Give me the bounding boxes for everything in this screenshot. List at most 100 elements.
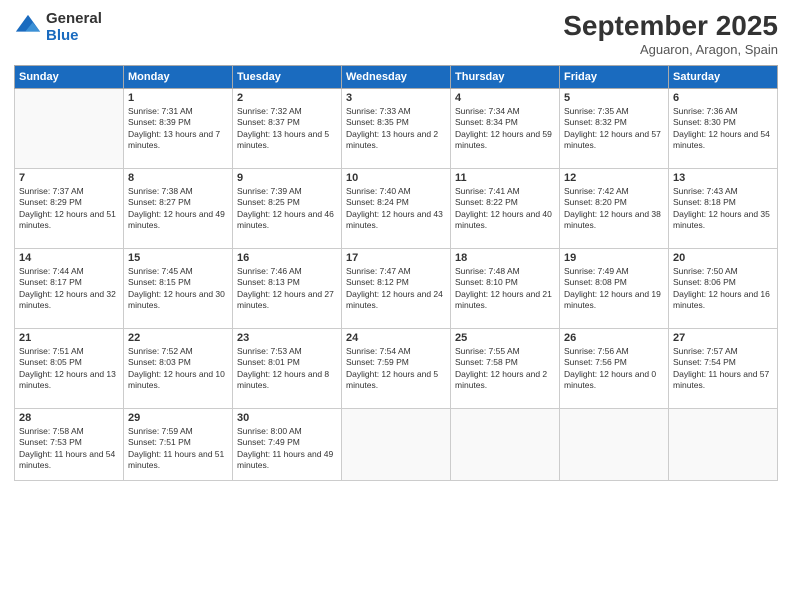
cell-data: Sunrise: 7:54 AMSunset: 7:59 PMDaylight:… (346, 346, 446, 392)
cell-data: Sunrise: 7:59 AMSunset: 7:51 PMDaylight:… (128, 426, 228, 472)
calendar-cell: 27Sunrise: 7:57 AMSunset: 7:54 PMDayligh… (669, 329, 778, 409)
calendar-cell: 19 Sunrise: 7:49 AMSunset: 8:08 PMDayligh… (560, 249, 669, 329)
calendar-cell: 14Sunrise: 7:44 AMSunset: 8:17 PMDayligh… (15, 249, 124, 329)
cell-data: Sunrise: 7:34 AMSunset: 8:34 PMDaylight:… (455, 106, 555, 152)
calendar-cell: 13 Sunrise: 7:43 AMSunset: 8:18 PMDayligh… (669, 169, 778, 249)
cell-data: Sunrise: 7:52 AMSunset: 8:03 PMDaylight:… (128, 346, 228, 392)
calendar-cell: 23 Sunrise: 7:53 AMSunset: 8:01 PMDayligh… (233, 329, 342, 409)
calendar-cell: 3 Sunrise: 7:33 AMSunset: 8:35 PMDaylight… (342, 89, 451, 169)
cell-data: Sunrise: 7:42 AMSunset: 8:20 PMDaylight:… (564, 186, 664, 232)
day-number: 11 (455, 172, 555, 184)
calendar-cell (669, 409, 778, 481)
cell-data: Sunrise: 7:48 AMSunset: 8:10 PMDaylight:… (455, 266, 555, 312)
calendar-week-1: 7Sunrise: 7:37 AMSunset: 8:29 PMDaylight… (15, 169, 778, 249)
calendar-cell: 10Sunrise: 7:40 AMSunset: 8:24 PMDayligh… (342, 169, 451, 249)
calendar-cell: 21 Sunrise: 7:51 AMSunset: 8:05 PMDayligh… (15, 329, 124, 409)
cell-data: Sunrise: 7:39 AMSunset: 8:25 PMDaylight:… (237, 186, 337, 232)
calendar-cell: 1Sunrise: 7:31 AMSunset: 8:39 PMDaylight… (124, 89, 233, 169)
cell-data: Sunrise: 8:00 AMSunset: 7:49 PMDaylight:… (237, 426, 337, 472)
calendar-week-2: 14Sunrise: 7:44 AMSunset: 8:17 PMDayligh… (15, 249, 778, 329)
col-tuesday: Tuesday (233, 66, 342, 89)
cell-data: Sunrise: 7:51 AMSunset: 8:05 PMDaylight:… (19, 346, 119, 392)
day-number: 3 (346, 92, 446, 104)
calendar-cell: 4 Sunrise: 7:34 AMSunset: 8:34 PMDaylight… (451, 89, 560, 169)
day-number: 12 (564, 172, 664, 184)
logo-text: General Blue (46, 10, 102, 45)
day-number: 16 (237, 252, 337, 264)
logo-icon (14, 13, 42, 41)
cell-data: Sunrise: 7:50 AMSunset: 8:06 PMDaylight:… (673, 266, 773, 312)
cell-data: Sunrise: 7:35 AMSunset: 8:32 PMDaylight:… (564, 106, 664, 152)
cell-data: Sunrise: 7:41 AMSunset: 8:22 PMDaylight:… (455, 186, 555, 232)
day-number: 17 (346, 252, 446, 264)
col-monday: Monday (124, 66, 233, 89)
cell-data: Sunrise: 7:49 AMSunset: 8:08 PMDaylight:… (564, 266, 664, 312)
calendar-cell: 11 Sunrise: 7:41 AMSunset: 8:22 PMDayligh… (451, 169, 560, 249)
calendar-cell: 25 Sunrise: 7:55 AMSunset: 7:58 PMDayligh… (451, 329, 560, 409)
cell-data: Sunrise: 7:55 AMSunset: 7:58 PMDaylight:… (455, 346, 555, 392)
day-number: 27 (673, 332, 773, 344)
cell-data: Sunrise: 7:46 AMSunset: 8:13 PMDaylight:… (237, 266, 337, 312)
calendar-cell: 29 Sunrise: 7:59 AMSunset: 7:51 PMDayligh… (124, 409, 233, 481)
logo: General Blue (14, 10, 102, 45)
calendar-cell (560, 409, 669, 481)
day-number: 5 (564, 92, 664, 104)
day-number: 23 (237, 332, 337, 344)
day-number: 19 (564, 252, 664, 264)
day-number: 9 (237, 172, 337, 184)
col-sunday: Sunday (15, 66, 124, 89)
day-number: 21 (19, 332, 119, 344)
day-number: 1 (128, 92, 228, 104)
calendar-cell: 16 Sunrise: 7:46 AMSunset: 8:13 PMDayligh… (233, 249, 342, 329)
calendar-cell: 15 Sunrise: 7:45 AMSunset: 8:15 PMDayligh… (124, 249, 233, 329)
calendar-week-0: 1Sunrise: 7:31 AMSunset: 8:39 PMDaylight… (15, 89, 778, 169)
calendar-cell: 28Sunrise: 7:58 AMSunset: 7:53 PMDayligh… (15, 409, 124, 481)
cell-data: Sunrise: 7:37 AMSunset: 8:29 PMDaylight:… (19, 186, 119, 232)
calendar-week-3: 21 Sunrise: 7:51 AMSunset: 8:05 PMDayligh… (15, 329, 778, 409)
calendar-cell: 9 Sunrise: 7:39 AMSunset: 8:25 PMDaylight… (233, 169, 342, 249)
calendar-cell: 6Sunrise: 7:36 AMSunset: 8:30 PMDaylight… (669, 89, 778, 169)
day-number: 25 (455, 332, 555, 344)
day-number: 2 (237, 92, 337, 104)
calendar-cell: 30Sunrise: 8:00 AMSunset: 7:49 PMDayligh… (233, 409, 342, 481)
cell-data: Sunrise: 7:32 AMSunset: 8:37 PMDaylight:… (237, 106, 337, 152)
cell-data: Sunrise: 7:43 AMSunset: 8:18 PMDaylight:… (673, 186, 773, 232)
calendar-cell: 2 Sunrise: 7:32 AMSunset: 8:37 PMDaylight… (233, 89, 342, 169)
calendar-cell: 12 Sunrise: 7:42 AMSunset: 8:20 PMDayligh… (560, 169, 669, 249)
cell-data: Sunrise: 7:56 AMSunset: 7:56 PMDaylight:… (564, 346, 664, 392)
header-row: Sunday Monday Tuesday Wednesday Thursday… (15, 66, 778, 89)
calendar-cell (451, 409, 560, 481)
day-number: 20 (673, 252, 773, 264)
cell-data: Sunrise: 7:40 AMSunset: 8:24 PMDaylight:… (346, 186, 446, 232)
calendar-cell: 18Sunrise: 7:48 AMSunset: 8:10 PMDayligh… (451, 249, 560, 329)
day-number: 8 (128, 172, 228, 184)
page: General Blue September 2025 Aguaron, Ara… (0, 0, 792, 612)
calendar-cell: 7Sunrise: 7:37 AMSunset: 8:29 PMDaylight… (15, 169, 124, 249)
calendar-cell: 17Sunrise: 7:47 AMSunset: 8:12 PMDayligh… (342, 249, 451, 329)
calendar-week-4: 28Sunrise: 7:58 AMSunset: 7:53 PMDayligh… (15, 409, 778, 481)
header: General Blue September 2025 Aguaron, Ara… (14, 10, 778, 57)
day-number: 13 (673, 172, 773, 184)
cell-data: Sunrise: 7:45 AMSunset: 8:15 PMDaylight:… (128, 266, 228, 312)
day-number: 4 (455, 92, 555, 104)
calendar-title: September 2025 (563, 10, 778, 42)
calendar-cell: 24Sunrise: 7:54 AMSunset: 7:59 PMDayligh… (342, 329, 451, 409)
day-number: 26 (564, 332, 664, 344)
calendar-cell: 8Sunrise: 7:38 AMSunset: 8:27 PMDaylight… (124, 169, 233, 249)
cell-data: Sunrise: 7:33 AMSunset: 8:35 PMDaylight:… (346, 106, 446, 152)
day-number: 22 (128, 332, 228, 344)
calendar-table: Sunday Monday Tuesday Wednesday Thursday… (14, 65, 778, 481)
calendar-cell: 22 Sunrise: 7:52 AMSunset: 8:03 PMDayligh… (124, 329, 233, 409)
day-number: 29 (128, 412, 228, 424)
calendar-cell: 26 Sunrise: 7:56 AMSunset: 7:56 PMDayligh… (560, 329, 669, 409)
col-friday: Friday (560, 66, 669, 89)
col-wednesday: Wednesday (342, 66, 451, 89)
calendar-cell (342, 409, 451, 481)
day-number: 15 (128, 252, 228, 264)
cell-data: Sunrise: 7:53 AMSunset: 8:01 PMDaylight:… (237, 346, 337, 392)
calendar-cell (15, 89, 124, 169)
col-saturday: Saturday (669, 66, 778, 89)
title-block: September 2025 Aguaron, Aragon, Spain (563, 10, 778, 57)
cell-data: Sunrise: 7:58 AMSunset: 7:53 PMDaylight:… (19, 426, 119, 472)
cell-data: Sunrise: 7:44 AMSunset: 8:17 PMDaylight:… (19, 266, 119, 312)
